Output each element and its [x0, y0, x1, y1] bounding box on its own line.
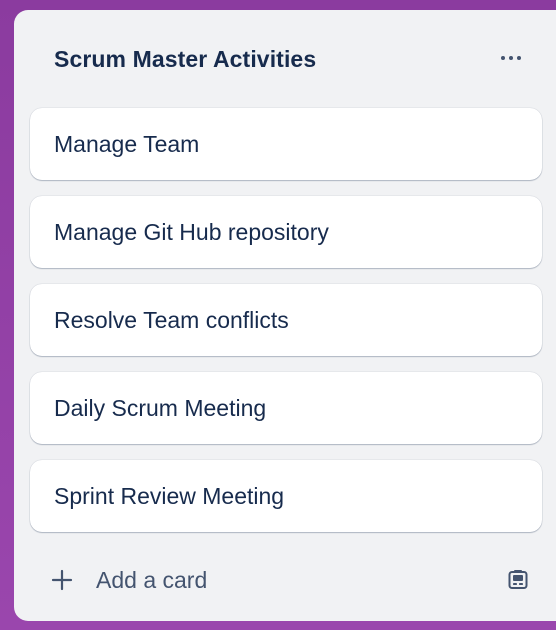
more-horizontal-icon-dot: [509, 56, 513, 60]
more-horizontal-icon-dot: [517, 56, 521, 60]
list-header: Scrum Master Activities: [14, 10, 556, 106]
card-daily-scrum-meeting[interactable]: Daily Scrum Meeting: [30, 372, 542, 444]
card-label: Daily Scrum Meeting: [54, 395, 267, 421]
add-card-button[interactable]: Add a card: [30, 554, 470, 606]
card-label: Manage Team: [54, 131, 200, 157]
card-label: Sprint Review Meeting: [54, 483, 285, 509]
plus-icon: [51, 569, 73, 591]
card-sprint-review-meeting[interactable]: Sprint Review Meeting: [30, 460, 542, 532]
card-manage-team[interactable]: Manage Team: [30, 108, 542, 180]
list-footer: Add a card: [30, 550, 542, 610]
more-horizontal-icon: [501, 56, 505, 60]
card-template-icon: [508, 570, 528, 589]
scrum-master-activities-list: Scrum Master Activities Manage Team Mana…: [14, 10, 556, 621]
create-from-template-button[interactable]: [496, 558, 540, 602]
list-title[interactable]: Scrum Master Activities: [54, 46, 316, 73]
list-menu-button[interactable]: [492, 40, 530, 76]
card-label: Resolve Team conflicts: [54, 307, 289, 333]
add-card-label: Add a card: [96, 567, 208, 593]
card-label: Manage Git Hub repository: [54, 219, 329, 245]
card-list: Manage Team Manage Git Hub repository Re…: [30, 108, 542, 548]
card-manage-git-hub-repository[interactable]: Manage Git Hub repository: [30, 196, 542, 268]
card-resolve-team-conflicts[interactable]: Resolve Team conflicts: [30, 284, 542, 356]
